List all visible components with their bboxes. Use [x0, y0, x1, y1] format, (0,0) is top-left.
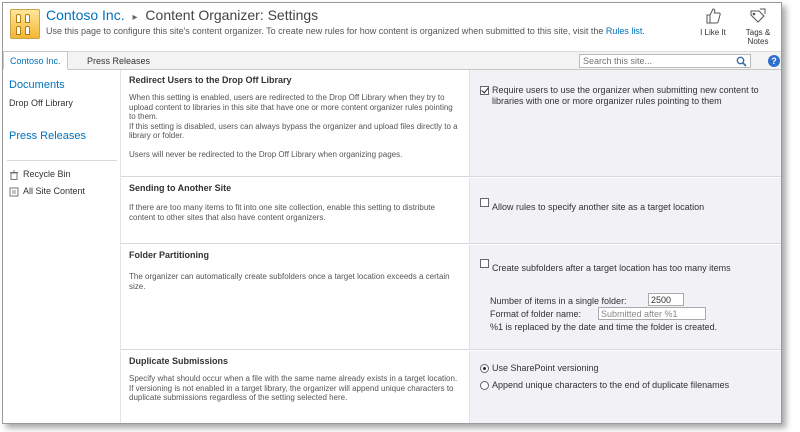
- page-name: Content Organizer: Settings: [145, 7, 319, 23]
- browser-frame: Contoso Inc. ▸ Content Organizer: Settin…: [2, 2, 782, 424]
- section-folder-controls: Create subfolders after a target locatio…: [469, 245, 781, 349]
- nav-documents[interactable]: Documents: [9, 79, 65, 91]
- page-description: Use this page to configure this site's c…: [46, 26, 676, 37]
- nav-drop-off-library[interactable]: Drop Off Library: [9, 98, 73, 108]
- create-subfolders-label: Create subfolders after a target locatio…: [492, 263, 731, 273]
- search-icon[interactable]: [736, 56, 747, 67]
- thumbs-up-icon: [706, 8, 721, 24]
- help-icon[interactable]: ?: [768, 55, 780, 67]
- section-desc: If this setting is disabled, users can a…: [129, 121, 458, 141]
- folder-name-format-input[interactable]: [598, 307, 706, 320]
- tags-notes-label-1: Tags &: [745, 28, 771, 37]
- search-input[interactable]: [580, 55, 730, 67]
- section-sending-description: Sending to Another Site If there are too…: [121, 178, 469, 243]
- site-logo[interactable]: [10, 9, 40, 39]
- quick-launch: Documents Drop Off Library Press Release…: [3, 70, 121, 423]
- allow-other-site-label: Allow rules to specify another site as a…: [492, 202, 705, 212]
- section-redirect-users: Redirect Users to the Drop Off Library W…: [121, 70, 781, 177]
- top-navigation: Contoso Inc. Press Releases ?: [3, 51, 781, 70]
- items-per-folder-input[interactable]: [648, 293, 684, 306]
- section-title: Redirect Users to the Drop Off Library: [129, 75, 292, 85]
- nav-all-site-content[interactable]: All Site Content: [9, 186, 85, 197]
- append-characters-label: Append unique characters to the end of d…: [492, 380, 730, 390]
- section-redirect-description: Redirect Users to the Drop Off Library W…: [121, 70, 469, 176]
- section-duplicate-submissions: Duplicate Submissions Specify what shoul…: [121, 351, 781, 423]
- tags-notes-button[interactable]: Tags & Notes: [738, 7, 778, 46]
- i-like-it-label: I Like It: [700, 28, 726, 37]
- search-box: [579, 54, 751, 68]
- site-name-link[interactable]: Contoso Inc.: [46, 7, 125, 23]
- folder-name-format-label: Format of folder name:: [490, 309, 582, 319]
- section-duplicate-description: Duplicate Submissions Specify what shoul…: [121, 351, 469, 423]
- use-versioning-radio[interactable]: [480, 364, 489, 373]
- i-like-it-button[interactable]: I Like It: [693, 7, 733, 37]
- section-sending: Sending to Another Site If there are too…: [121, 178, 781, 244]
- allow-other-site-checkbox[interactable]: [480, 198, 489, 207]
- folder-name-note: %1 is replaced by the date and time the …: [490, 322, 718, 332]
- page-header: Contoso Inc. ▸ Content Organizer: Settin…: [3, 3, 781, 51]
- settings-form: Redirect Users to the Drop Off Library W…: [121, 70, 781, 423]
- recycle-bin-icon: [10, 170, 18, 180]
- tab-press-releases[interactable]: Press Releases: [81, 52, 156, 70]
- tags-notes-label-2: Notes: [747, 37, 769, 46]
- section-redirect-controls: Require users to use the organizer when …: [469, 70, 781, 176]
- description-text: Use this page to configure this site's c…: [46, 26, 604, 36]
- section-title: Folder Partitioning: [129, 250, 209, 260]
- section-desc: If there are too many items to fit into …: [129, 203, 435, 222]
- section-title: Sending to Another Site: [129, 183, 232, 193]
- create-subfolders-checkbox[interactable]: [480, 259, 489, 268]
- use-versioning-label: Use SharePoint versioning: [492, 363, 599, 373]
- section-duplicate-controls: Use SharePoint versioning Append unique …: [469, 351, 781, 423]
- nav-recycle-bin[interactable]: Recycle Bin: [9, 169, 71, 180]
- section-desc: If versioning is not enabled in a target…: [129, 383, 454, 403]
- window-edge: [781, 3, 782, 423]
- breadcrumb-separator: ▸: [132, 12, 138, 23]
- tag-note-icon: [750, 8, 766, 23]
- section-desc: When this setting is enabled, users are …: [129, 93, 453, 121]
- recycle-bin-label: Recycle Bin: [23, 169, 71, 179]
- description-end: .: [642, 26, 645, 36]
- append-characters-radio[interactable]: [480, 381, 489, 390]
- nav-press-releases[interactable]: Press Releases: [9, 130, 86, 142]
- all-site-content-icon: [9, 187, 19, 197]
- require-organizer-label: Require users to use the organizer when …: [492, 85, 759, 106]
- all-site-content-label: All Site Content: [23, 186, 86, 196]
- section-desc: The organizer can automatically create s…: [129, 272, 450, 291]
- section-desc: Users will never be redirected to the Dr…: [129, 149, 403, 159]
- page-title: Contoso Inc. ▸ Content Organizer: Settin…: [46, 7, 318, 23]
- section-sending-controls: Allow rules to specify another site as a…: [469, 178, 781, 243]
- tab-contoso[interactable]: Contoso Inc.: [3, 51, 68, 70]
- nav-divider: [7, 160, 117, 161]
- section-desc: Specify what should occur when a file wi…: [129, 374, 458, 383]
- section-folder-description: Folder Partitioning The organizer can au…: [121, 245, 469, 349]
- require-organizer-checkbox[interactable]: [480, 86, 489, 95]
- section-title: Duplicate Submissions: [129, 356, 229, 366]
- rules-list-link[interactable]: Rules list: [606, 26, 643, 36]
- items-per-folder-label: Number of items in a single folder:: [490, 296, 627, 306]
- section-folder-partitioning: Folder Partitioning The organizer can au…: [121, 245, 781, 350]
